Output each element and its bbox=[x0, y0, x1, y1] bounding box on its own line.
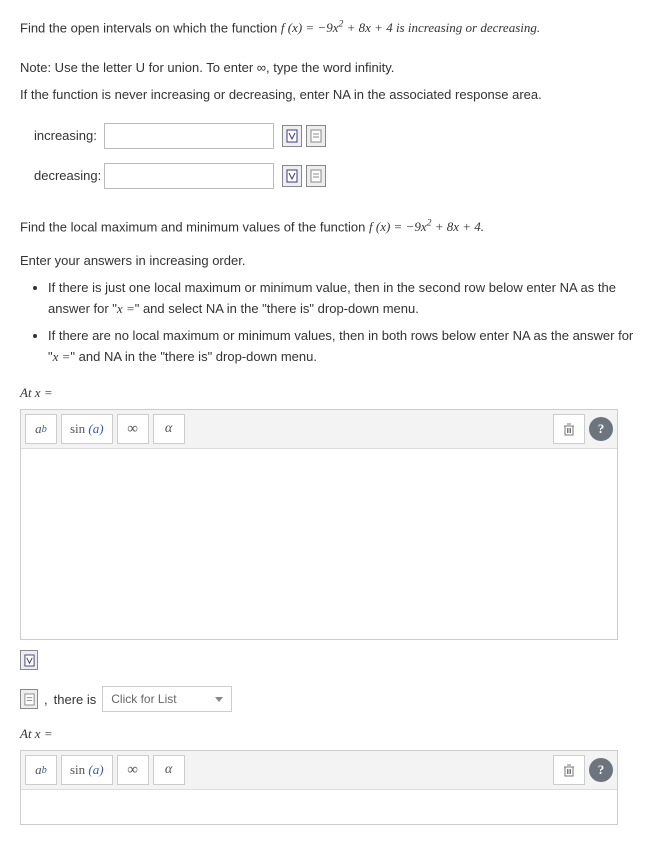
increasing-input[interactable] bbox=[104, 123, 274, 149]
instruction-1: If there is just one local maximum or mi… bbox=[48, 278, 639, 320]
editor-input-2[interactable] bbox=[21, 790, 617, 824]
question-2: Find the local maximum and minimum value… bbox=[20, 217, 639, 237]
instruction-list: If there is just one local maximum or mi… bbox=[48, 278, 639, 367]
preview-icon[interactable] bbox=[306, 165, 326, 187]
preview-icon[interactable] bbox=[306, 125, 326, 147]
function-button[interactable]: sin (a) bbox=[61, 755, 113, 785]
decreasing-input[interactable] bbox=[104, 163, 274, 189]
q1-prefix: Find the open intervals on which the fun… bbox=[20, 20, 281, 35]
decreasing-label: decreasing: bbox=[20, 168, 104, 183]
decreasing-row: decreasing: bbox=[20, 163, 639, 189]
q2-prefix: Find the local maximum and minimum value… bbox=[20, 219, 369, 234]
editor-input-1[interactable] bbox=[21, 449, 617, 639]
equation-preview-icon[interactable] bbox=[20, 650, 38, 670]
increasing-row: increasing: bbox=[20, 123, 639, 149]
instruction-2: If there are no local maximum or minimum… bbox=[48, 326, 639, 368]
note-na: If the function is never increasing or d… bbox=[20, 85, 639, 105]
chevron-down-icon bbox=[215, 697, 223, 702]
q2-func: f (x) = −9x2 + 8x + 4. bbox=[369, 219, 484, 234]
superscript-button[interactable]: ab bbox=[25, 414, 57, 444]
math-editor-1: ab sin (a) ∞ α ? bbox=[20, 409, 618, 640]
infinity-button[interactable]: ∞ bbox=[117, 755, 149, 785]
at-x-label-1: At x = bbox=[20, 385, 639, 401]
q1-func: f (x) = −9x2 + 8x + 4 is increasing or d… bbox=[281, 20, 540, 35]
at-x-label-2: At x = bbox=[20, 726, 639, 742]
clear-button[interactable] bbox=[553, 755, 585, 785]
there-is-row: , there is Click for List bbox=[20, 686, 639, 712]
note-union: Note: Use the letter U for union. To ent… bbox=[20, 58, 639, 78]
function-button[interactable]: sin (a) bbox=[61, 414, 113, 444]
equation-editor-icon[interactable] bbox=[282, 165, 302, 187]
instruction-header: Enter your answers in increasing order. bbox=[20, 251, 639, 271]
there-is-label: there is bbox=[54, 692, 97, 707]
editor-toolbar-2: ab sin (a) ∞ α ? bbox=[21, 751, 617, 790]
superscript-button[interactable]: ab bbox=[25, 755, 57, 785]
preview-icon[interactable] bbox=[20, 689, 38, 709]
question-1: Find the open intervals on which the fun… bbox=[20, 18, 639, 38]
there-is-dropdown[interactable]: Click for List bbox=[102, 686, 232, 712]
help-button[interactable]: ? bbox=[589, 417, 613, 441]
help-button[interactable]: ? bbox=[589, 758, 613, 782]
greek-button[interactable]: α bbox=[153, 755, 185, 785]
infinity-button[interactable]: ∞ bbox=[117, 414, 149, 444]
greek-button[interactable]: α bbox=[153, 414, 185, 444]
editor-toolbar-1: ab sin (a) ∞ α ? bbox=[21, 410, 617, 449]
equation-editor-icon[interactable] bbox=[282, 125, 302, 147]
dropdown-placeholder: Click for List bbox=[111, 692, 176, 706]
comma-text: , bbox=[44, 692, 48, 707]
math-editor-2: ab sin (a) ∞ α ? bbox=[20, 750, 618, 825]
increasing-label: increasing: bbox=[20, 128, 104, 143]
clear-button[interactable] bbox=[553, 414, 585, 444]
